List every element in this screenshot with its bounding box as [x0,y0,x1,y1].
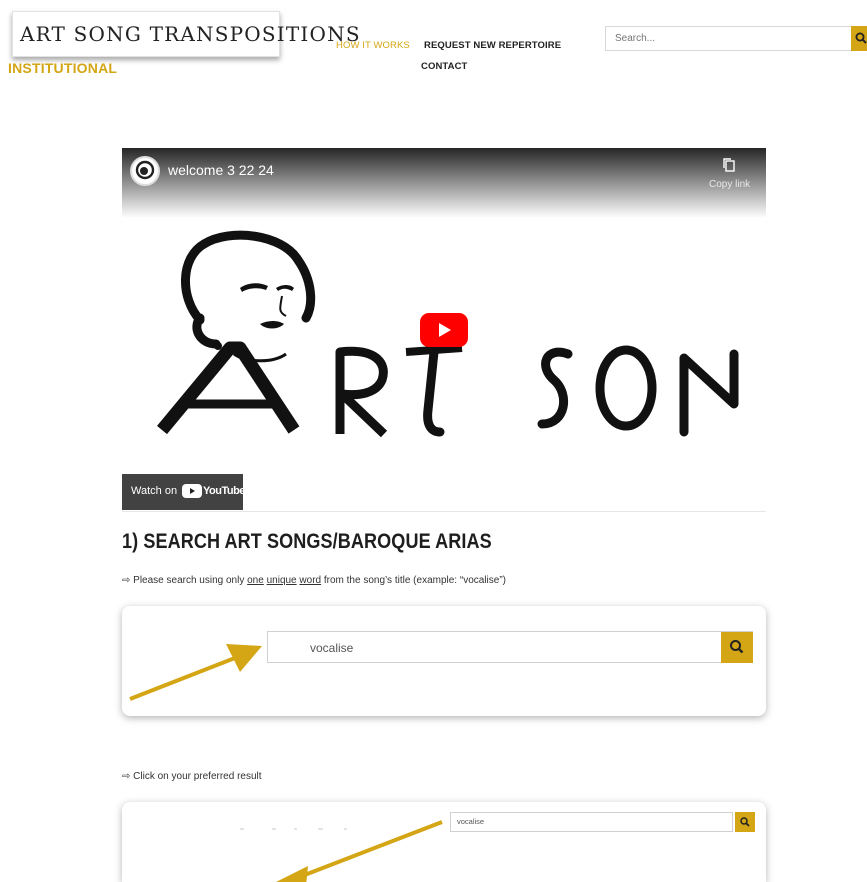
watch-on-youtube-button[interactable]: Watch on YouTube [122,474,245,510]
example-results-card: vocalise [122,802,766,882]
youtube-logo-icon [182,484,202,498]
copy-link-icon[interactable] [722,157,736,173]
header-search-button[interactable] [851,26,867,51]
search-icon [730,640,744,654]
nav-how-it-works[interactable]: HOW IT WORKS [336,40,410,51]
youtube-label: YouTube [203,485,245,497]
section-divider [122,511,766,512]
example-search-text-small: vocalise [457,817,485,826]
example-search-button-small [735,812,755,832]
example-search-field-small: vocalise [450,812,733,832]
nav-request-new-repertoire[interactable]: REQUEST NEW REPERTOIRE [424,40,561,51]
watch-on-label: Watch on [131,485,178,497]
header-search-field[interactable] [605,26,853,51]
header-search-input[interactable] [606,27,852,50]
video-title[interactable]: welcome 3 22 24 [168,162,274,178]
video-top-bar [122,148,766,218]
channel-avatar[interactable] [130,156,160,186]
logo-subtitle: INSTITUTIONAL [8,60,118,76]
copy-link-label[interactable]: Copy link [709,179,750,190]
example-search-text: vocalise [310,641,354,655]
search-icon [855,32,867,44]
logo-title[interactable]: ART SONG TRANSPOSITIONS [20,22,361,46]
instruction-click-result: ⇨ Click on your preferred result [122,771,262,782]
example-search-card: vocalise [122,606,766,716]
search-icon [740,817,750,827]
nav-contact[interactable]: CONTACT [421,61,467,72]
example-search-button [721,632,753,663]
example-search-field: vocalise [267,631,753,663]
play-button-icon[interactable] [420,313,468,347]
video-embed[interactable]: welcome 3 22 24 Copy link Watch on YouTu… [122,148,766,510]
instruction-search: ⇨ Please search using only one unique wo… [122,575,506,586]
section-heading: 1) SEARCH ART SONGS/BAROQUE ARIAS [122,530,492,553]
